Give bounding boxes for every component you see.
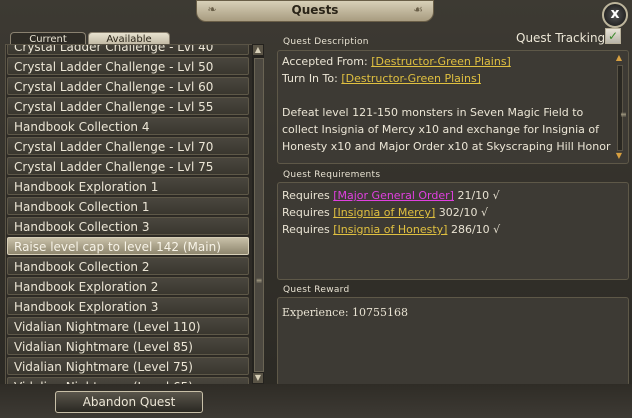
requirement-count: 286/10	[450, 223, 490, 236]
complete-check-icon: √	[493, 223, 501, 236]
quest-list-item[interactable]: Crystal Ladder Challenge - Lvl 55	[7, 97, 249, 115]
quest-list-item[interactable]: Handbook Collection 4	[7, 117, 249, 135]
complete-check-icon: √	[480, 206, 488, 219]
requirement-row: Requires [Insignia of Honesty] 286/10 √	[282, 222, 500, 238]
scroll-down-icon[interactable]: ▼	[253, 373, 263, 383]
scroll-up-icon[interactable]: ▲	[253, 45, 263, 55]
quest-list-item[interactable]: Handbook Exploration 3	[7, 297, 249, 315]
description-section-label: Quest Description	[283, 37, 369, 47]
requirement-item-link[interactable]: [Major General Order]	[333, 189, 454, 202]
description-text-line: collect Insignia of Mercy x10 and exchan…	[282, 123, 599, 136]
quest-tracking-checkbox[interactable]: ✓	[605, 28, 621, 44]
quest-list-item[interactable]: Handbook Collection 1	[7, 197, 249, 215]
quest-list-item-selected[interactable]: Raise level cap to level 142 (Main)	[7, 237, 249, 255]
abandon-quest-button[interactable]: Abandon Quest	[55, 391, 203, 413]
requirements-section-label: Quest Requirements	[283, 170, 381, 180]
description-scrollbar[interactable]: ▲ ≡ ▼	[613, 53, 627, 161]
ornament-right-icon: ☙	[413, 3, 423, 16]
requirement-count: 302/10	[438, 206, 478, 219]
quest-list-item[interactable]: Handbook Exploration 1	[7, 177, 249, 195]
quest-list-item[interactable]: Vidalian Nightmare (Level 85)	[7, 337, 249, 355]
quest-list-item[interactable]: Vidalian Nightmare (Level 110)	[7, 317, 249, 335]
description-text-line: Honesty x10 and Major Order x10 at Skysc…	[282, 140, 611, 153]
description-text-line: Defeat level 121-150 monsters in Seven M…	[282, 106, 584, 119]
turn-in-label: Turn In To:	[282, 72, 338, 85]
complete-check-icon: √	[492, 189, 500, 202]
ornament-left-icon: ❧	[207, 3, 217, 16]
quest-list-item[interactable]: Handbook Collection 3	[7, 217, 249, 235]
requirement-prefix: Requires	[282, 206, 330, 219]
quest-list-item[interactable]: Handbook Exploration 2	[7, 277, 249, 295]
requirement-count: 21/10	[457, 189, 490, 202]
accepted-from-label: Accepted From:	[282, 55, 368, 68]
grip-icon: ≡	[620, 110, 627, 119]
quest-list-item[interactable]: Crystal Ladder Challenge - Lvl 60	[7, 77, 249, 95]
requirements-panel: Requires [Major General Order] 21/10 √ R…	[277, 182, 629, 280]
quest-list-item[interactable]: Crystal Ladder Challenge - Lvl 40	[7, 45, 249, 55]
accepted-from-npc-link[interactable]: [Destructor-Green Plains]	[371, 55, 511, 68]
quest-list-item[interactable]: Crystal Ladder Challenge - Lvl 50	[7, 57, 249, 75]
requirement-prefix: Requires	[282, 189, 330, 202]
turn-in-line: Turn In To: [Destructor-Green Plains]	[282, 71, 608, 87]
scrollbar-thumb[interactable]: ≡	[254, 58, 264, 372]
quest-list-scrollbar[interactable]: ▲ ≡ ▼	[252, 44, 264, 384]
accepted-from-line: Accepted From: [Destructor-Green Plains]	[282, 54, 608, 70]
quest-tracking-label: Quest Tracking	[516, 31, 606, 45]
window-title: Quests	[291, 3, 339, 17]
quest-list-item[interactable]: Crystal Ladder Challenge - Lvl 75	[7, 157, 249, 175]
window-title-plate: ❧ Quests ☙	[196, 0, 434, 22]
requirement-item-link[interactable]: [Insignia of Honesty]	[333, 223, 447, 236]
requirement-row: Requires [Insignia of Mercy] 302/10 √	[282, 205, 488, 221]
scroll-down-icon[interactable]: ▼	[613, 151, 625, 161]
description-scroll-track[interactable]: ≡	[617, 65, 627, 151]
quest-list: Crystal Ladder Challenge - Lvl 40 Crysta…	[5, 44, 253, 386]
reward-experience: Experience: 10755168	[282, 306, 409, 319]
requirement-row: Requires [Major General Order] 21/10 √	[282, 188, 500, 204]
reward-section-label: Quest Reward	[283, 285, 350, 295]
description-panel: Accepted From: [Destructor-Green Plains]…	[277, 50, 629, 164]
turn-in-npc-link[interactable]: [Destructor-Green Plains]	[341, 72, 481, 85]
grip-icon: ≡	[255, 276, 263, 285]
close-button[interactable]: x	[602, 2, 628, 28]
requirement-prefix: Requires	[282, 223, 330, 236]
scroll-up-icon[interactable]: ▲	[613, 53, 625, 63]
quest-list-item[interactable]: Vidalian Nightmare (Level 75)	[7, 357, 249, 375]
quest-list-item[interactable]: Handbook Collection 2	[7, 257, 249, 275]
reward-panel: Experience: 10755168	[277, 297, 629, 386]
requirement-item-link[interactable]: [Insignia of Mercy]	[333, 206, 435, 219]
quest-list-item[interactable]: Crystal Ladder Challenge - Lvl 70	[7, 137, 249, 155]
